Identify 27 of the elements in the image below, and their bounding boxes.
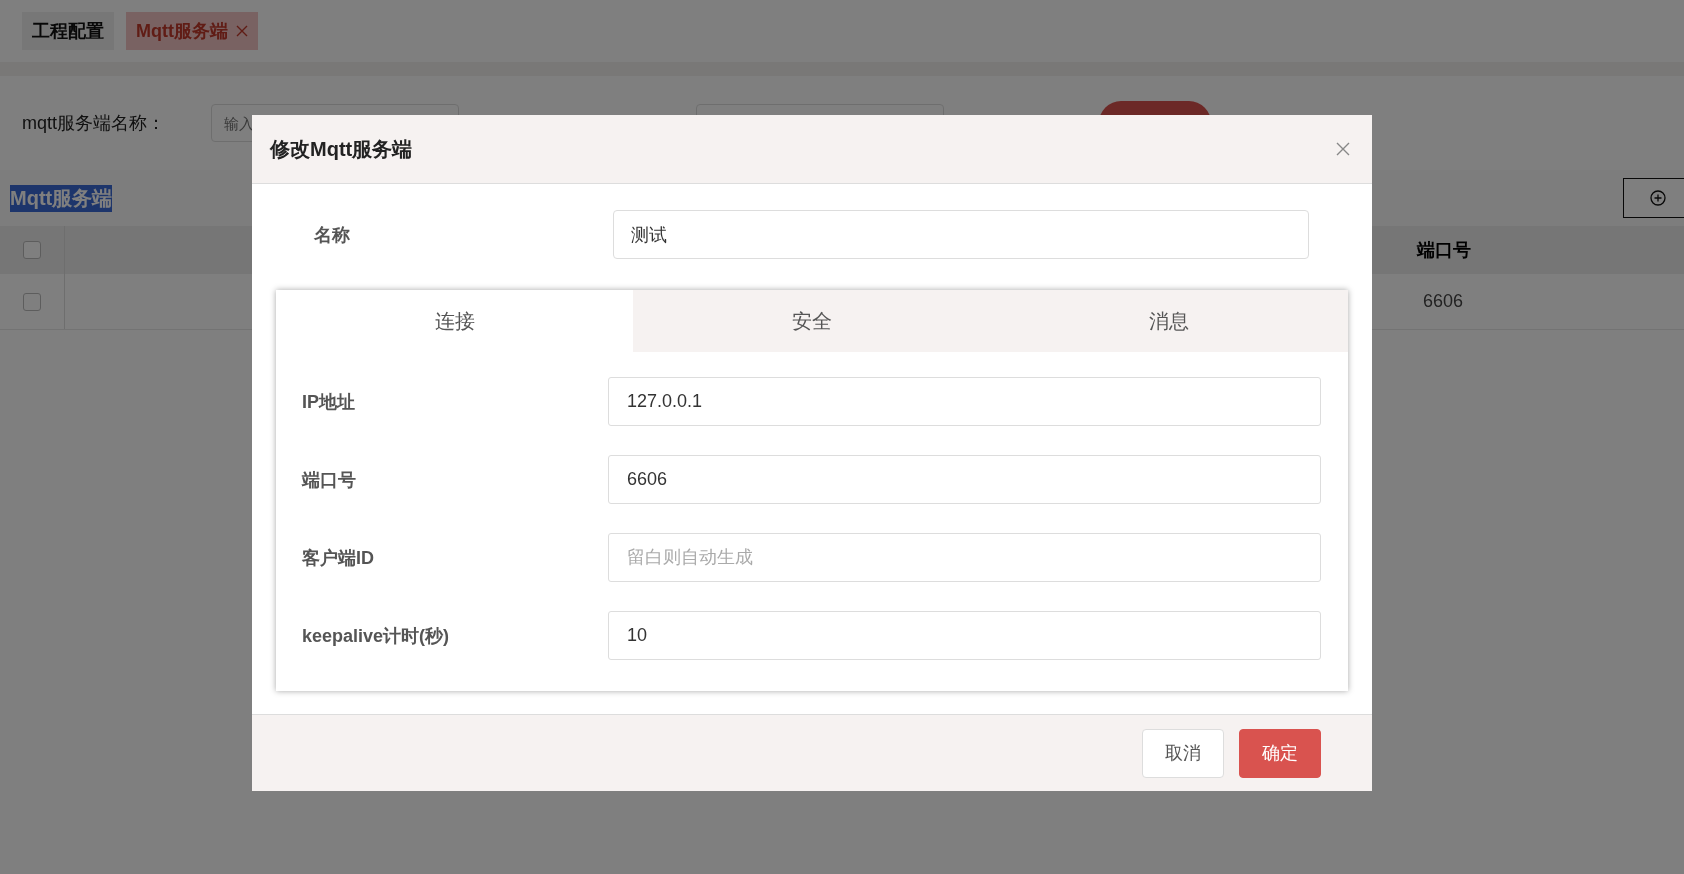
input-field[interactable]: 6606 bbox=[608, 455, 1321, 504]
confirm-button[interactable]: 确定 bbox=[1239, 728, 1321, 778]
dialog-tab[interactable]: 安全 bbox=[633, 290, 991, 352]
close-icon[interactable] bbox=[1336, 142, 1350, 156]
column-header: 端口号 bbox=[1417, 239, 1471, 262]
plus-circle-icon bbox=[1650, 190, 1666, 206]
input-field[interactable]: 127.0.0.1 bbox=[608, 377, 1321, 426]
field-label: IP地址 bbox=[302, 390, 356, 414]
dialog-tab[interactable]: 连接 bbox=[276, 290, 634, 352]
close-icon[interactable] bbox=[236, 25, 248, 37]
page-tab[interactable]: 工程配置 bbox=[22, 12, 114, 50]
name-field[interactable]: 测试 bbox=[613, 210, 1309, 259]
field-label: 端口号 bbox=[302, 468, 357, 492]
field-label: 客户端ID bbox=[302, 546, 375, 570]
dialog-tab[interactable]: 消息 bbox=[990, 290, 1348, 352]
new-button[interactable] bbox=[1623, 178, 1684, 218]
checkbox[interactable] bbox=[23, 241, 41, 259]
dialog-title: 修改Mqtt服务端 bbox=[270, 136, 413, 162]
checkbox[interactable] bbox=[23, 292, 41, 311]
input-field[interactable]: 10 bbox=[608, 611, 1321, 660]
cancel-button[interactable]: 取消 bbox=[1142, 728, 1224, 778]
field-label: keepalive计时(秒) bbox=[302, 624, 451, 648]
search-label: mqtt服务端名称： bbox=[22, 112, 166, 135]
table-cell: 6606 bbox=[1423, 291, 1464, 312]
input-field[interactable]: 留白则自动生成 bbox=[608, 533, 1321, 582]
section-title: Mqtt服务端 bbox=[10, 184, 113, 212]
field-label: 名称 bbox=[313, 223, 351, 247]
